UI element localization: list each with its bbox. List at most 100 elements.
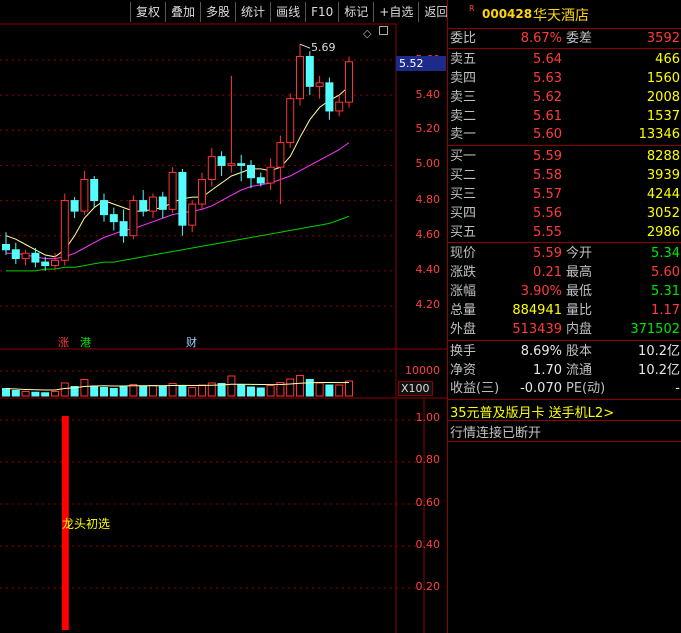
order-ratio-label: 委比 (450, 31, 477, 46)
volume-bar (2, 388, 10, 397)
volume-bar (139, 386, 148, 397)
signal-tick: 1.00 (415, 411, 441, 424)
volume-bar (345, 380, 353, 397)
bid-label: 买三 (450, 187, 477, 202)
bid-row[interactable]: 买五 5.55 2986 (448, 224, 681, 241)
quote-row: 外盘 513439 内盘 371502 (448, 321, 681, 338)
hk-connect-marker[interactable]: 港 (80, 334, 91, 350)
quote-row: 涨幅 3.90% 最低 5.31 (448, 283, 681, 300)
candle-body (31, 252, 40, 263)
diamond-icon[interactable]: ◇ (363, 27, 371, 40)
high-annotation: 5.69 (311, 41, 336, 54)
outer-volume-label: 外盘 (450, 322, 477, 337)
float-shares-value: 10.2亿 (638, 363, 680, 378)
promo-link[interactable]: 35元普及版月卡 送手机L2> (450, 402, 614, 421)
divider (448, 28, 681, 29)
candle-body (21, 252, 30, 260)
ask-row[interactable]: 卖一 5.60 13346 (448, 126, 681, 143)
change-label: 涨跌 (450, 265, 477, 280)
bid-row[interactable]: 买二 5.58 3939 (448, 167, 681, 184)
candle-body (129, 200, 138, 237)
eps-value: -0.070 (520, 381, 562, 396)
candle-body (51, 259, 59, 267)
candle-body (266, 166, 275, 184)
ask-price: 5.62 (533, 90, 562, 105)
mark-button[interactable]: 标记 (338, 2, 373, 22)
volume-bar (305, 379, 314, 397)
order-ratio-value: 8.67% (520, 31, 562, 46)
limit-up-marker[interactable]: 涨 (58, 334, 69, 350)
candle-body (11, 249, 20, 260)
ask-price: 5.60 (533, 127, 562, 142)
volume-tick: 10000 (405, 364, 440, 377)
margin-mark: R (469, 4, 475, 13)
ask-row[interactable]: 卖五 5.64 466 (448, 51, 681, 68)
signal-tick: 0.60 (415, 496, 441, 509)
volume-bar (80, 379, 89, 397)
candle-body (149, 196, 157, 212)
high-annotation-pointer (299, 43, 311, 49)
bid-price: 5.57 (533, 187, 562, 202)
volume-bar (296, 375, 304, 397)
overlay-button[interactable]: 叠加 (165, 2, 200, 22)
total-volume-label: 总量 (450, 303, 477, 318)
volume-bar (188, 387, 197, 397)
quote-panel: R 000428 华天酒店 委比 8.67% 委差 3592 卖五 5.64 4… (447, 0, 681, 633)
candle-body (70, 200, 79, 212)
order-diff-label: 委差 (566, 31, 593, 46)
low-value: 5.31 (651, 284, 680, 299)
volume-ratio-value: 1.17 (651, 303, 680, 318)
frame-toggle-icon[interactable] (379, 26, 388, 35)
finance-marker[interactable]: 财 (186, 334, 197, 350)
divider (448, 441, 681, 442)
draw-line-button[interactable]: 画线 (270, 2, 305, 22)
f10-button[interactable]: F10 (305, 2, 338, 22)
chart-area[interactable] (0, 0, 447, 633)
current-price-value: 5.59 (533, 246, 562, 261)
ask-volume: 466 (655, 52, 680, 67)
volume-unit[interactable]: X100 (398, 381, 433, 396)
ask-label: 卖一 (450, 127, 477, 142)
open-value: 5.34 (651, 246, 680, 261)
high-value: 5.60 (651, 265, 680, 280)
divider (448, 48, 681, 49)
change-value: 0.21 (533, 265, 562, 280)
ask-price: 5.61 (533, 109, 562, 124)
divider (448, 420, 681, 421)
volume-bar (109, 388, 118, 397)
low-label: 最低 (566, 284, 593, 299)
signal-tick: 0.80 (415, 453, 441, 466)
net-assets-value: 1.70 (533, 363, 562, 378)
inner-volume-label: 内盘 (566, 322, 593, 337)
ask-volume: 2008 (646, 90, 680, 105)
candle-body (158, 196, 167, 210)
ask-row[interactable]: 卖二 5.61 1537 (448, 108, 681, 125)
price-tick: 4.20 (415, 298, 441, 311)
add-watchlist-button[interactable]: +自选 (373, 2, 418, 22)
candle-body (237, 163, 246, 166)
bid-price: 5.55 (533, 225, 562, 240)
connection-status: 行情连接已断开 (450, 426, 542, 441)
divider (448, 340, 681, 341)
volume-bar (227, 375, 236, 397)
stock-header: R 000428 华天酒店 (448, 0, 681, 28)
volume-bar (286, 378, 295, 397)
multi-stock-button[interactable]: 多股 (200, 2, 235, 22)
bid-volume: 2986 (646, 225, 680, 240)
bid-volume: 4244 (646, 187, 680, 202)
candle-body (41, 261, 50, 267)
turnover-label: 换手 (450, 344, 477, 359)
adjust-rights-button[interactable]: 复权 (130, 2, 165, 22)
volume-bar (60, 382, 69, 397)
volume-bar (119, 386, 128, 397)
bid-row[interactable]: 买一 5.59 8288 (448, 148, 681, 165)
change-pct-label: 涨幅 (450, 284, 477, 299)
statistics-button[interactable]: 统计 (235, 2, 270, 22)
bid-row[interactable]: 买四 5.56 3052 (448, 205, 681, 222)
ask-row[interactable]: 卖四 5.63 1560 (448, 70, 681, 87)
ask-row[interactable]: 卖三 5.62 2008 (448, 89, 681, 106)
bid-volume: 8288 (646, 149, 680, 164)
candle-body (227, 163, 236, 166)
inner-volume-value: 371502 (630, 322, 680, 337)
bid-row[interactable]: 买三 5.57 4244 (448, 186, 681, 203)
